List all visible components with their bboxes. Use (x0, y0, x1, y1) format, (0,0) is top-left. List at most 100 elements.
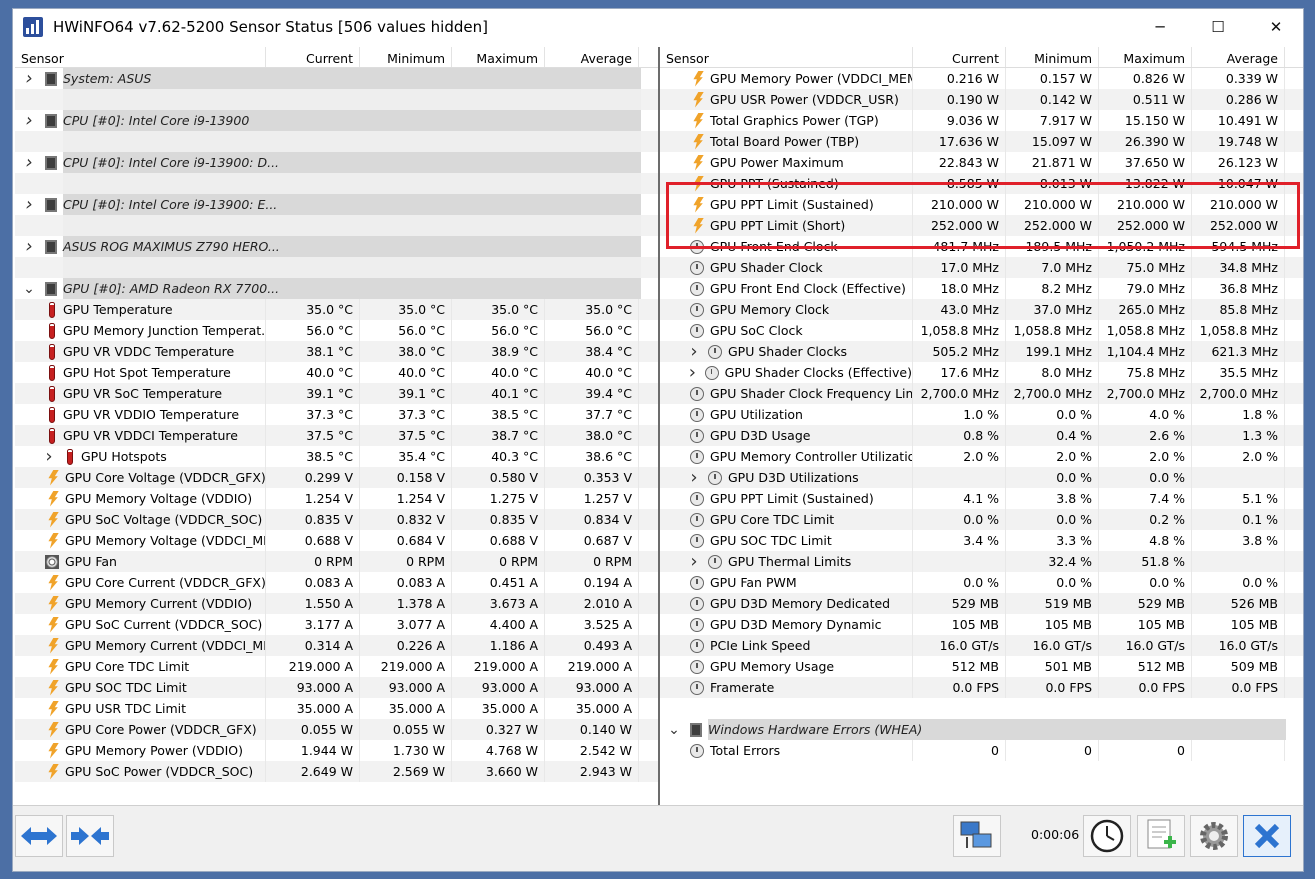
sensor-row[interactable]: GPU PPT Limit (Sustained) 4.1 % 3.8 % 7.4 %… (660, 488, 1303, 509)
sensor-row[interactable]: GPU SOC TDC Limit 3.4 % 3.3 % 4.8 % 3.8 % (660, 530, 1303, 551)
sensor-row[interactable]: GPU Core Voltage (VDDCR_GFX) 0.299 V 0.158… (15, 467, 658, 488)
expand-chevron-icon[interactable]: › (21, 194, 37, 215)
sensor-row[interactable]: GPU Core Current (VDDCR_GFX) 0.083 A 0.083… (15, 572, 658, 593)
expand-chevron-icon[interactable]: › (686, 551, 702, 572)
sensor-row[interactable]: GPU Memory Current (VDDCI_ME... 0.314 A 0.… (15, 635, 658, 656)
sensor-row[interactable]: GPU Memory Usage 512 MB 501 MB 512 MB 509 MB (660, 656, 1303, 677)
sensor-row[interactable]: GPU SoC Current (VDDCR_SOC) 3.177 A 3.077 … (15, 614, 658, 635)
minimize-button[interactable]: ─ (1131, 9, 1189, 45)
sensor-row[interactable]: GPU Utilization 1.0 % 0.0 % 4.0 % 1.8 % (660, 404, 1303, 425)
clock-icon[interactable] (1083, 815, 1131, 857)
col-current[interactable]: Current (266, 47, 360, 67)
sensor-row[interactable]: PCIe Link Speed 16.0 GT/s 16.0 GT/s 16.0 GT… (660, 635, 1303, 656)
collapse-chevron-icon[interactable]: ⌄ (21, 281, 37, 297)
sensor-row[interactable]: GPU D3D Memory Dynamic 105 MB 105 MB 105 MB… (660, 614, 1303, 635)
expand-chevron-icon[interactable]: › (686, 341, 702, 362)
sensor-row[interactable]: GPU Core TDC Limit 219.000 A 219.000 A 219.… (15, 656, 658, 677)
close-button[interactable]: ✕ (1247, 9, 1303, 45)
sensor-row[interactable]: Total Board Power (TBP) 17.636 W 15.097 W2… (660, 131, 1303, 152)
sensor-group-row[interactable]: › CPU [#0]: Intel Core i9-13900: E... (15, 194, 658, 215)
expand-chevron-icon[interactable]: › (686, 467, 702, 488)
maximize-button[interactable]: ☐ (1189, 9, 1247, 45)
sensor-row[interactable]: GPU USR TDC Limit 35.000 A 35.000 A 35.000 … (15, 698, 658, 719)
sensor-row[interactable]: GPU Memory Voltage (VDDIO) 1.254 V 1.254 V… (15, 488, 658, 509)
sensor-row[interactable]: › GPU Shader Clocks (Effective) 17.6 MHz 8.… (660, 362, 1303, 383)
sensor-row[interactable]: GPU VR VDDIO Temperature 37.3 °C 37.3 °C 38… (15, 404, 658, 425)
sensor-row[interactable]: GPU Memory Controller Utilization 2.0 % 2.… (660, 446, 1303, 467)
sensor-row[interactable]: GPU VR VDDC Temperature 38.1 °C 38.0 °C 38.… (15, 341, 658, 362)
sensor-row[interactable]: GPU Memory Power (VDDIO) 1.944 W 1.730 W 4.… (15, 740, 658, 761)
sensor-label: GPU Shader Clock Frequency Limit (710, 386, 913, 401)
col-sensor[interactable]: Sensor (15, 47, 266, 67)
sensor-row[interactable]: GPU SoC Voltage (VDDCR_SOC) 0.835 V 0.832 … (15, 509, 658, 530)
sensor-row[interactable]: Total Errors 0 0 0 (660, 740, 1303, 761)
sensor-group-row[interactable]: ⌄ Windows Hardware Errors (WHEA) (660, 719, 1303, 740)
sensor-row[interactable]: GPU Memory Junction Temperat... 56.0 °C 56… (15, 320, 658, 341)
sensor-row[interactable]: GPU PPT Limit (Short) 252.000 W 252.000 W2… (660, 215, 1303, 236)
sensor-row[interactable]: Framerate 0.0 FPS 0.0 FPS 0.0 FPS 0.0 FPS (660, 677, 1303, 698)
collapse-arrows-icon[interactable] (66, 815, 114, 857)
sensor-row[interactable]: GPU Core TDC Limit 0.0 % 0.0 % 0.2 % 0.1 % (660, 509, 1303, 530)
sensor-row[interactable]: GPU Shader Clock Frequency Limit 2,700.0 … (660, 383, 1303, 404)
sensor-row[interactable]: GPU SoC Power (VDDCR_SOC) 2.649 W 2.569 W3… (15, 761, 658, 782)
sensor-row[interactable]: GPU Front End Clock (Effective) 18.0 MHz 8… (660, 278, 1303, 299)
sensor-row[interactable]: Total Graphics Power (TGP) 9.036 W 7.917 W… (660, 110, 1303, 131)
sensor-row[interactable]: GPU D3D Usage 0.8 % 0.4 % 2.6 % 1.3 % (660, 425, 1303, 446)
sensor-row[interactable]: GPU Core Power (VDDCR_GFX) 0.055 W 0.055 W… (15, 719, 658, 740)
network-icon[interactable] (953, 815, 1001, 857)
sensor-row[interactable]: GPU VR VDDCI Temperature 37.5 °C 37.5 °C 38… (15, 425, 658, 446)
sensor-row[interactable]: GPU Memory Voltage (VDDCI_ME... 0.688 V 0.… (15, 530, 658, 551)
current-value (913, 467, 1006, 488)
sensor-row[interactable]: GPU SoC Clock 1,058.8 MHz 1,058.8 MHz 1,058… (660, 320, 1303, 341)
expand-chevron-icon[interactable]: › (21, 110, 37, 131)
sensor-row[interactable]: › GPU Hotspots 38.5 °C 35.4 °C 40.3 °C 38.6 °… (15, 446, 658, 467)
sensor-row[interactable]: GPU PPT (Sustained) 8.585 W 8.013 W 13.822 … (660, 173, 1303, 194)
sensor-row[interactable]: GPU VR SoC Temperature 39.1 °C 39.1 °C 40.1… (15, 383, 658, 404)
sensor-group-row[interactable]: ⌄ GPU [#0]: AMD Radeon RX 7700... (15, 278, 658, 299)
close-x-icon[interactable] (1243, 815, 1291, 857)
collapse-chevron-icon[interactable]: ⌄ (666, 722, 682, 738)
col-average[interactable]: Average (545, 47, 639, 67)
report-icon[interactable] (1137, 815, 1185, 857)
col-sensor[interactable]: Sensor (660, 47, 913, 67)
gauge-clock-icon (690, 491, 704, 506)
sensor-row[interactable]: GPU Shader Clock 17.0 MHz 7.0 MHz 75.0 MHz 3… (660, 257, 1303, 278)
expand-chevron-icon[interactable]: › (21, 68, 37, 89)
sensor-group-row[interactable]: › System: ASUS (15, 68, 658, 89)
sensor-row[interactable]: GPU D3D Memory Dedicated 529 MB 519 MB 529 … (660, 593, 1303, 614)
right-sensor-pane[interactable]: Sensor Current Minimum Maximum Average G… (660, 47, 1303, 805)
sensor-row[interactable]: GPU Memory Clock 43.0 MHz 37.0 MHz 265.0 MH… (660, 299, 1303, 320)
left-sensor-pane[interactable]: Sensor Current Minimum Maximum Average ›… (15, 47, 658, 805)
col-maximum[interactable]: Maximum (1099, 47, 1192, 67)
expand-arrows-icon[interactable] (15, 815, 63, 857)
sensor-row[interactable]: GPU PPT Limit (Sustained) 210.000 W 210.00… (660, 194, 1303, 215)
sensor-row[interactable]: GPU Hot Spot Temperature 40.0 °C 40.0 °C 40… (15, 362, 658, 383)
expand-chevron-icon[interactable]: › (21, 152, 37, 173)
sensor-row[interactable]: › GPU D3D Utilizations 0.0 % 0.0 % (660, 467, 1303, 488)
sensor-row[interactable]: GPU Power Maximum 22.843 W 21.871 W 37.650 … (660, 152, 1303, 173)
col-average[interactable]: Average (1192, 47, 1285, 67)
sensor-row[interactable]: GPU Memory Power (VDDCI_MEM) 0.216 W 0.157… (660, 68, 1303, 89)
sensor-row[interactable]: › GPU Thermal Limits 32.4 % 51.8 % (660, 551, 1303, 572)
sensor-row[interactable]: GPU USR Power (VDDCR_USR) 0.190 W 0.142 W0… (660, 89, 1303, 110)
sensor-group-row[interactable]: › CPU [#0]: Intel Core i9-13900 (15, 110, 658, 131)
col-maximum[interactable]: Maximum (452, 47, 545, 67)
expand-chevron-icon[interactable]: › (686, 362, 699, 383)
col-minimum[interactable]: Minimum (1006, 47, 1099, 67)
left-rows: › System: ASUS › CPU [#0]: Intel Core i9-13… (15, 68, 658, 782)
sensor-row[interactable]: GPU SOC TDC Limit 93.000 A 93.000 A 93.000 … (15, 677, 658, 698)
sensor-group-row[interactable]: › ASUS ROG MAXIMUS Z790 HERO... (15, 236, 658, 257)
expand-chevron-icon[interactable]: › (41, 446, 57, 467)
sensor-row[interactable]: GPU Fan PWM 0.0 % 0.0 % 0.0 % 0.0 % (660, 572, 1303, 593)
col-current[interactable]: Current (913, 47, 1006, 67)
sensor-row[interactable]: GPU Front End Clock 481.7 MHz 189.5 MHz 1,0… (660, 236, 1303, 257)
minimum-value: 519 MB (1006, 593, 1099, 614)
sensor-row[interactable]: GPU Memory Current (VDDIO) 1.550 A 1.378 A… (15, 593, 658, 614)
settings-gear-icon[interactable] (1190, 815, 1238, 857)
sensor-row[interactable]: GPU Fan 0 RPM 0 RPM 0 RPM 0 RPM (15, 551, 658, 572)
col-minimum[interactable]: Minimum (360, 47, 452, 67)
expand-chevron-icon[interactable]: › (21, 236, 37, 257)
sensor-row[interactable]: › GPU Shader Clocks 505.2 MHz 199.1 MHz 1,10… (660, 341, 1303, 362)
sensor-group-row[interactable]: › CPU [#0]: Intel Core i9-13900: D... (15, 152, 658, 173)
sensor-row[interactable]: GPU Temperature 35.0 °C 35.0 °C 35.0 °C 35.0… (15, 299, 658, 320)
